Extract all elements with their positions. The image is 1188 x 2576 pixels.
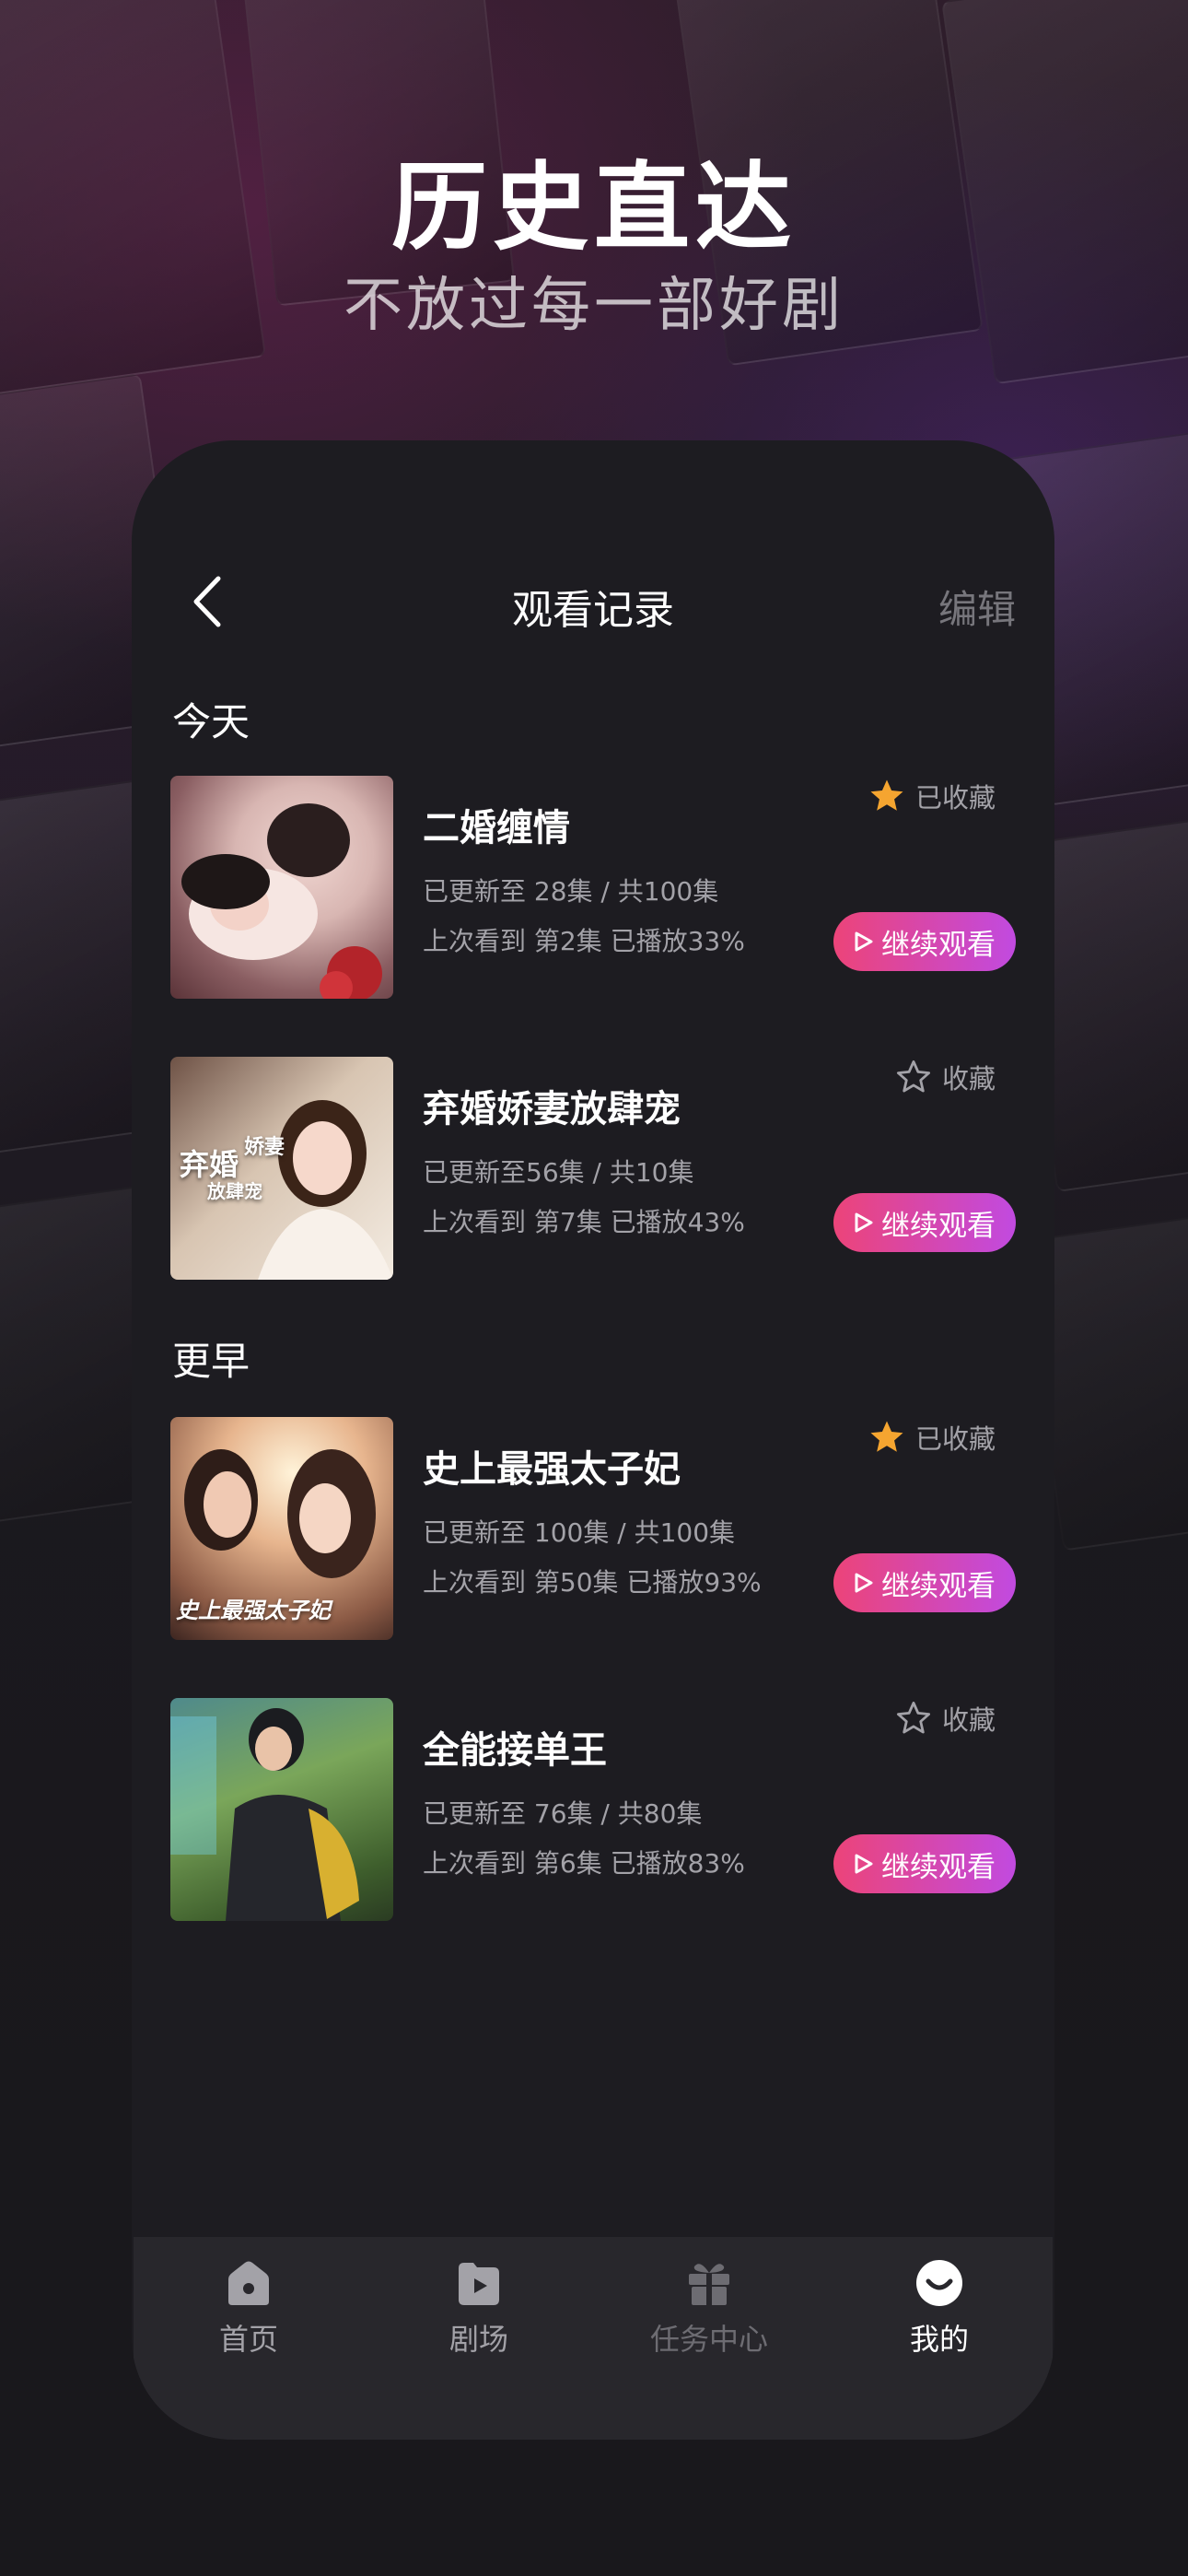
favorite-toggle[interactable]: 收藏 (894, 1698, 996, 1739)
star-filled-icon (870, 779, 903, 811)
watch-progress-text: 上次看到 第7集 已播放43% (423, 1207, 745, 1237)
star-filled-icon (870, 1421, 903, 1452)
hero-subtitle: 不放过每一部好剧 (344, 272, 844, 340)
poster-title-text: 史上最强太子妃 (176, 1597, 331, 1623)
tab-tasks[interactable]: 任务中心 (594, 2255, 824, 2366)
favorite-label: 已收藏 (914, 782, 996, 814)
favorite-label: 收藏 (941, 1704, 996, 1736)
navigation-bar: 观看记录 编辑 (132, 551, 1054, 652)
tab-label: 我的 (909, 2322, 969, 2357)
favorite-toggle[interactable]: 已收藏 (868, 776, 996, 816)
continue-watching-button[interactable]: 继续观看 (833, 1193, 1016, 1252)
star-outline-icon (896, 1701, 931, 1734)
list-item[interactable]: 史上最强太子妃 史上最强太子妃 已更新至 100集 / 共100集 上次看到 第… (170, 1417, 1016, 1640)
man-image (170, 1708, 359, 1921)
poster-thumbnail[interactable] (170, 1698, 393, 1921)
drama-title: 全能接单王 (423, 1729, 607, 1772)
bottom-tab-bar: 首页 剧场 任务中心 我的 (134, 2237, 1053, 2440)
favorite-label: 收藏 (941, 1063, 996, 1095)
continue-watching-button[interactable]: 继续观看 (833, 1834, 1016, 1893)
hero-title: 历史直达 (390, 151, 797, 263)
gift-icon (689, 2264, 729, 2305)
poster-title-text: 放肆宠 (207, 1180, 262, 1202)
section-label-earlier: 更早 (172, 1339, 250, 1384)
favorite-toggle[interactable]: 已收藏 (868, 1417, 996, 1458)
watch-progress-text: 上次看到 第2集 已播放33% (423, 926, 745, 956)
play-outline-icon (855, 1573, 873, 1593)
tab-label: 任务中心 (649, 2322, 768, 2357)
play-outline-icon (855, 1212, 873, 1233)
poster-title-text: 娇妻 (244, 1135, 285, 1159)
favorite-toggle[interactable]: 收藏 (894, 1057, 996, 1097)
home-icon (228, 2261, 269, 2305)
tab-theater[interactable]: 剧场 (364, 2255, 594, 2366)
episode-update-text: 已更新至56集 / 共10集 (423, 1157, 694, 1188)
profile-face-icon (916, 2260, 962, 2306)
poster-thumbnail[interactable]: 史上最强太子妃 (170, 1417, 393, 1640)
continue-watching-button[interactable]: 继续观看 (833, 912, 1016, 971)
play-square-icon (459, 2263, 499, 2305)
list-item[interactable]: 全能接单王 已更新至 76集 / 共80集 上次看到 第6集 已播放83% 收藏… (170, 1698, 1016, 1921)
poster-thumbnail[interactable] (170, 776, 393, 999)
drama-title: 弃婚娇妻放肆宠 (423, 1088, 681, 1130)
edit-button[interactable]: 编辑 (938, 579, 1016, 635)
section-label-today: 今天 (172, 699, 250, 744)
continue-watching-button[interactable]: 继续观看 (833, 1553, 1016, 1612)
play-outline-icon (855, 1854, 873, 1874)
couple-image (181, 803, 382, 999)
episode-update-text: 已更新至 100集 / 共100集 (423, 1517, 736, 1548)
drama-title: 史上最强太子妃 (423, 1448, 681, 1491)
episode-update-text: 已更新至 28集 / 共100集 (423, 876, 719, 907)
phone-screen: 观看记录 编辑 今天 二婚缠情 已更新至 28集 / 共100集 上次看到 第2… (132, 440, 1054, 2440)
tab-home[interactable]: 首页 (134, 2255, 364, 2366)
tab-label: 剧场 (448, 2322, 508, 2357)
watch-progress-text: 上次看到 第50集 已播放93% (423, 1567, 762, 1598)
episode-update-text: 已更新至 76集 / 共80集 (423, 1798, 703, 1829)
star-outline-icon (896, 1060, 931, 1093)
poster-thumbnail[interactable]: 弃婚 娇妻 放肆宠 (170, 1057, 393, 1280)
watch-progress-text: 上次看到 第6集 已播放83% (423, 1848, 745, 1879)
favorite-label: 已收藏 (914, 1423, 996, 1455)
tab-label: 首页 (218, 2322, 278, 2357)
list-item[interactable]: 二婚缠情 已更新至 28集 / 共100集 上次看到 第2集 已播放33% 已收… (170, 776, 1016, 999)
drama-title: 二婚缠情 (423, 807, 570, 849)
play-outline-icon (855, 931, 873, 952)
tab-me[interactable]: 我的 (824, 2255, 1054, 2366)
page-title: 观看记录 (512, 587, 674, 634)
list-item[interactable]: 弃婚 娇妻 放肆宠 弃婚娇妻放肆宠 已更新至56集 / 共10集 上次看到 第7… (170, 1057, 1016, 1280)
